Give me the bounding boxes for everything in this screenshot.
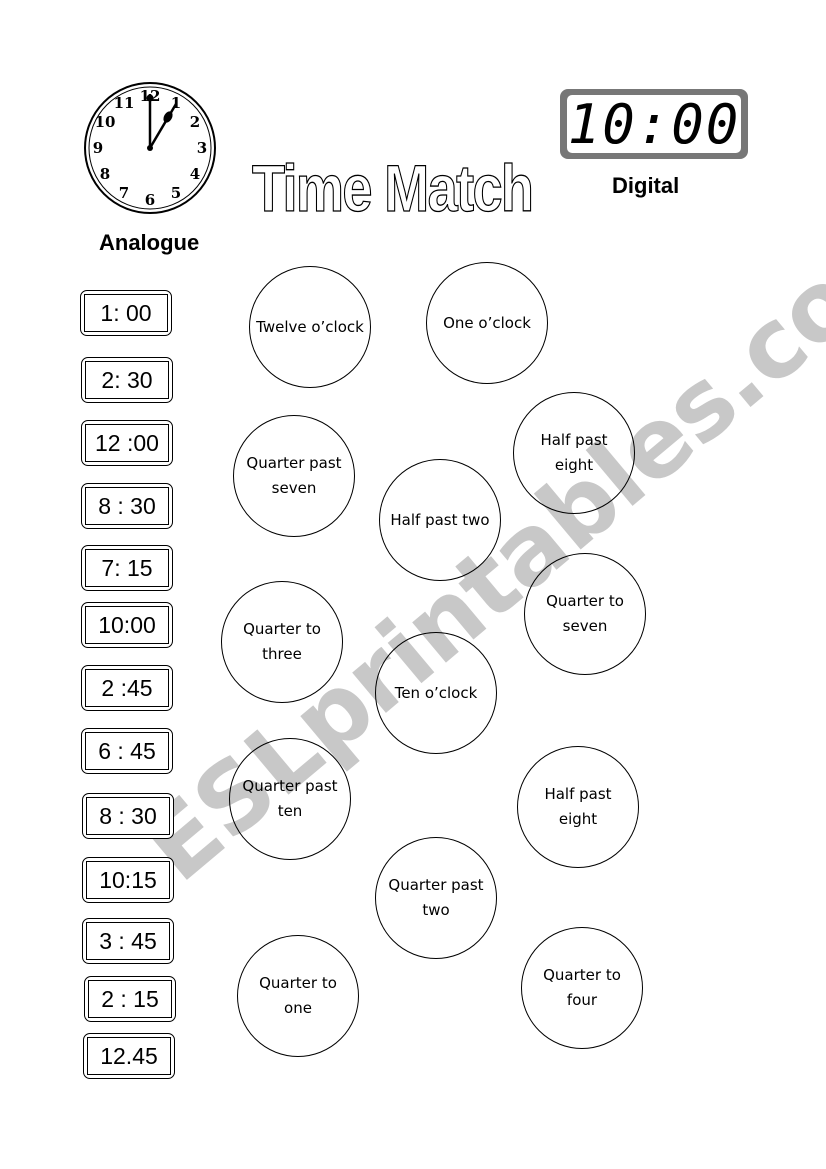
phrase-circle: Quarter to four [521, 927, 643, 1049]
clock-number: 3 [197, 139, 207, 157]
time-box: 7: 15 [81, 545, 173, 591]
time-box: 2: 30 [81, 357, 173, 403]
time-box: 10:15 [82, 857, 174, 903]
clock-number: 10 [95, 113, 116, 131]
page-title: Time Match [251, 150, 534, 225]
time-box: 2 : 15 [84, 976, 176, 1022]
clock-number: 7 [119, 184, 129, 202]
phrase-circle: Ten o’clock [375, 632, 497, 754]
phrase-circle: Quarter to three [221, 581, 343, 703]
phrase-circle: Quarter past seven [233, 415, 355, 537]
time-box: 3 : 45 [82, 918, 174, 964]
clock-number: 4 [190, 165, 200, 183]
analogue-label: Analogue [99, 230, 200, 255]
watermark: ESLprintables.com [122, 180, 826, 904]
phrase-circle: Quarter past ten [229, 738, 351, 860]
clock-number: 11 [114, 94, 135, 112]
clock-number: 9 [93, 139, 103, 157]
time-box: 10:00 [81, 602, 173, 648]
phrase-circle: Quarter past two [375, 837, 497, 959]
analogue-clock-icon: 121234567891011 [84, 82, 216, 214]
time-box: 12.45 [83, 1033, 175, 1079]
clock-number: 6 [145, 191, 155, 209]
digital-clock-icon: 10:00 [560, 89, 748, 159]
phrase-circle: Half past two [379, 459, 501, 581]
phrase-circle: Twelve o’clock [249, 266, 371, 388]
digital-label: Digital [612, 173, 680, 198]
time-box: 6 : 45 [81, 728, 173, 774]
time-box: 12 :00 [81, 420, 173, 466]
phrase-circle: Quarter to one [237, 935, 359, 1057]
clock-number: 8 [100, 165, 110, 183]
phrase-circle: Half past eight [513, 392, 635, 514]
phrase-circle: One o’clock [426, 262, 548, 384]
phrase-circle: Half past eight [517, 746, 639, 868]
clock-number: 2 [190, 113, 200, 131]
phrase-circle: Quarter to seven [524, 553, 646, 675]
digital-display: 10:00 [567, 92, 741, 156]
time-box: 1: 00 [80, 290, 172, 336]
time-box: 8 : 30 [81, 483, 173, 529]
clock-number: 5 [171, 184, 181, 202]
time-box: 8 : 30 [82, 793, 174, 839]
time-box: 2 :45 [81, 665, 173, 711]
